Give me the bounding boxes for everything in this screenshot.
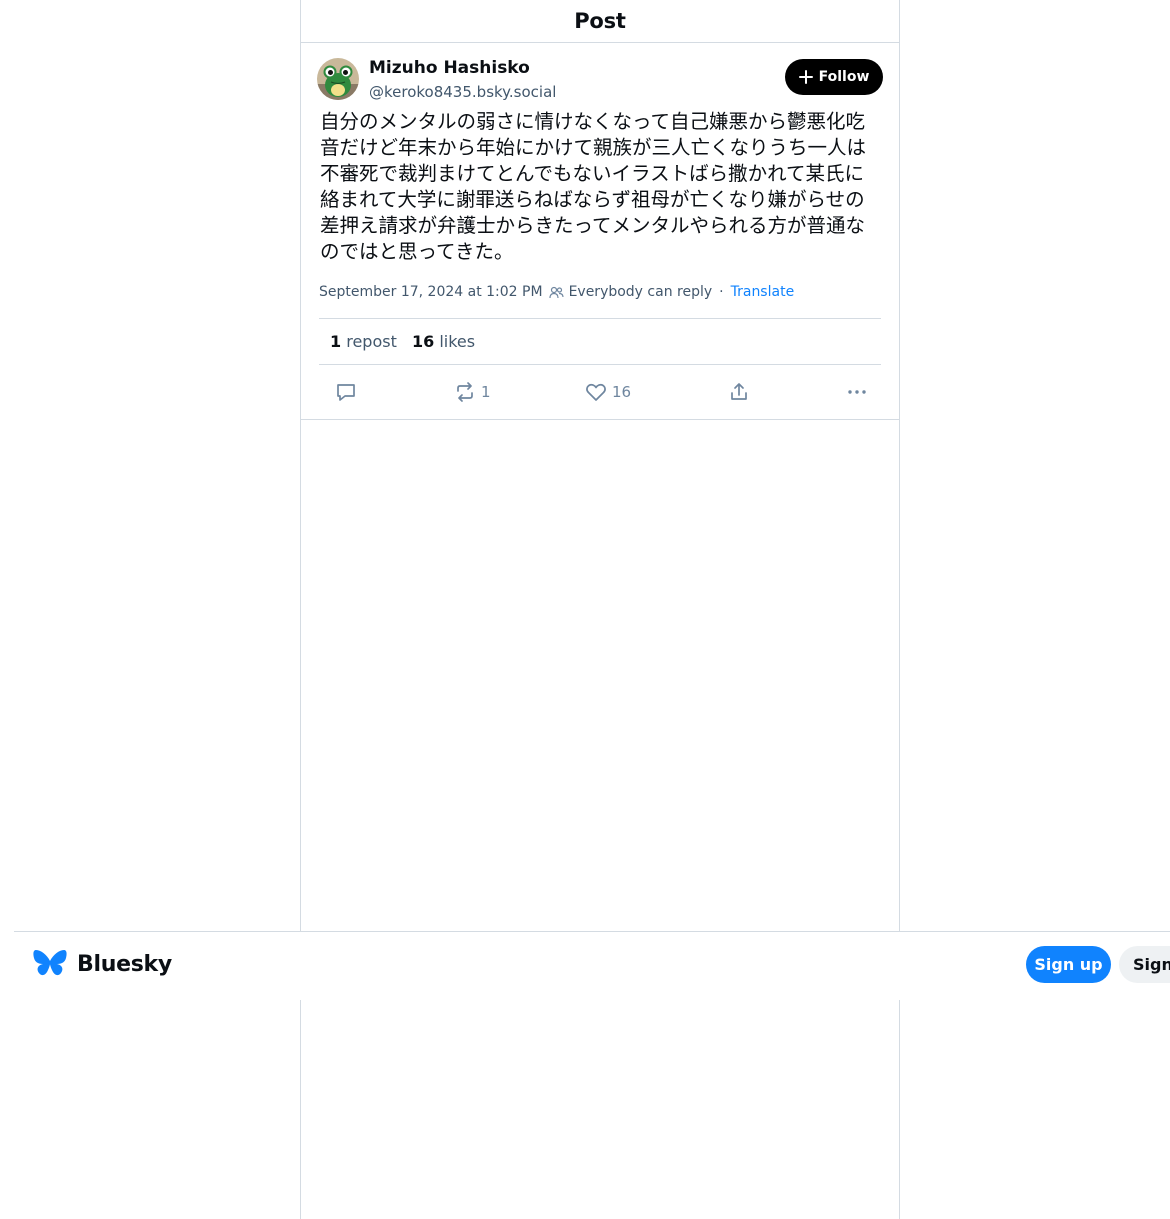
plus-icon — [798, 70, 813, 84]
brand-logo[interactable]: Bluesky — [33, 949, 172, 979]
reply-icon — [337, 384, 355, 401]
sign-in-button[interactable]: Sign in — [1119, 946, 1170, 983]
share-icon — [731, 383, 747, 400]
reply-setting: Everybody can reply — [548, 284, 713, 300]
author-row: Mizuho Hashisko @keroko8435.bsky.social … — [317, 58, 883, 102]
post-meta: September 17, 2024 at 1:02 PM Everybody … — [319, 284, 794, 300]
post-actions: 1 16 — [301, 380, 899, 404]
people-icon — [548, 286, 564, 298]
repost-icon — [457, 382, 473, 402]
like-count: 16 — [612, 383, 632, 401]
follow-button[interactable]: Follow — [785, 59, 883, 95]
repost-button[interactable]: 1 — [454, 380, 491, 404]
divider — [319, 318, 881, 319]
repost-stat-label: repost — [346, 332, 397, 351]
author-name[interactable]: Mizuho Hashisko — [369, 58, 530, 78]
reply-setting-label: Everybody can reply — [568, 284, 713, 300]
like-stat[interactable]: 16 likes — [412, 332, 475, 351]
post-stats: 1 repost 16 likes — [330, 332, 485, 351]
main-column: Post Mizuho Hashisko @keroko8435.bsky.so… — [300, 0, 900, 1219]
translate-link[interactable]: Translate — [731, 284, 795, 300]
share-button[interactable] — [728, 380, 750, 404]
follow-label: Follow — [818, 69, 870, 85]
author-handle[interactable]: @keroko8435.bsky.social — [369, 83, 556, 101]
avatar[interactable] — [317, 58, 359, 100]
like-stat-label: likes — [439, 332, 476, 351]
signup-banner: Bluesky Sign up Sign in — [14, 931, 1170, 1000]
avatar-image — [317, 58, 359, 100]
divider — [319, 364, 881, 365]
post-bottom-border — [301, 419, 899, 420]
reply-button[interactable] — [335, 380, 357, 404]
butterfly-logo-icon — [33, 950, 67, 976]
more-icon — [848, 390, 866, 394]
brand-name: Bluesky — [77, 951, 172, 977]
page-title: Post — [574, 9, 626, 33]
post-text: 自分のメンタルの弱さに情けなくなって自己嫌悪から鬱悪化吃音だけど年末から年始にか… — [320, 110, 867, 263]
repost-stat[interactable]: 1 repost — [330, 332, 397, 351]
meta-separator: · — [719, 284, 724, 300]
like-button[interactable]: 16 — [585, 380, 631, 404]
repost-count: 1 — [481, 383, 491, 401]
page-header: Post — [301, 0, 899, 43]
more-options-button[interactable] — [846, 380, 868, 404]
heart-icon — [586, 383, 606, 401]
repost-stat-count: 1 — [330, 332, 342, 351]
sign-up-button[interactable]: Sign up — [1026, 946, 1111, 983]
post-timestamp[interactable]: September 17, 2024 at 1:02 PM — [319, 284, 543, 300]
like-stat-count: 16 — [411, 332, 435, 351]
